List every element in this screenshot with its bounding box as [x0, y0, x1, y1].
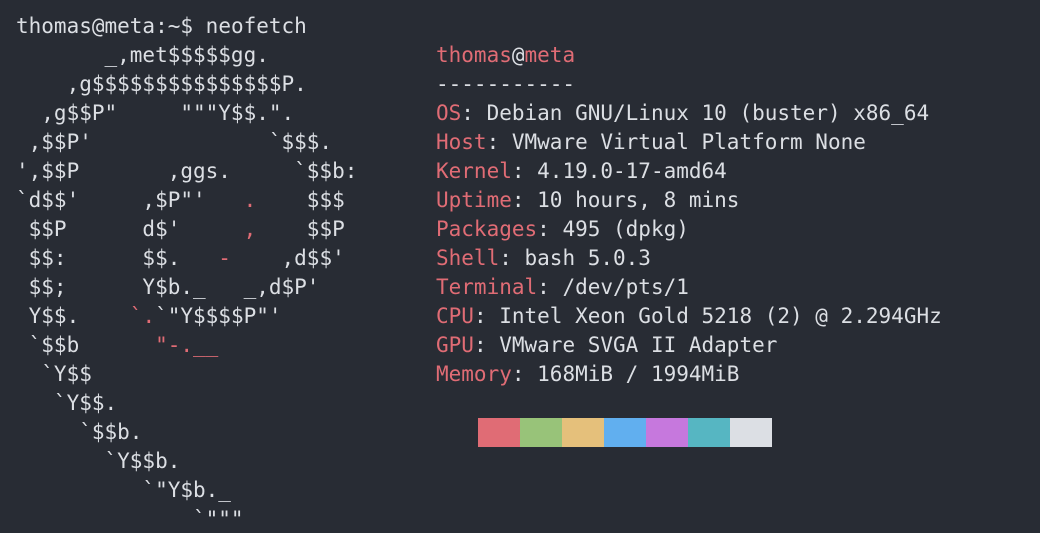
logo-line: `Y$$ — [16, 360, 357, 389]
logo-line: ,g$$P" """Y$$.". — [16, 99, 357, 128]
prompt-user-host: thomas@meta — [16, 14, 156, 38]
info-row-kernel: Kernel: 4.19.0-17-amd64 — [436, 159, 727, 183]
logo-line: `$$b. — [16, 418, 357, 447]
logo-text: `"Y$$$$P"' — [155, 304, 282, 328]
info-key: Packages — [436, 217, 538, 241]
info-key: Terminal — [436, 275, 538, 299]
logo-line: $$P d$' , $$P — [16, 215, 357, 244]
debian-ascii-logo: _,met$$$$$gg. ,g$$$$$$$$$$$$$$$P. ,g$$P"… — [16, 41, 357, 533]
logo-text: `d$$' ,$P"' — [16, 188, 244, 212]
logo-text: $$$ — [256, 188, 345, 212]
info-value: Intel Xeon Gold 5218 (2) @ 2.294GHz — [499, 304, 942, 328]
logo-accent-text: , — [243, 217, 257, 241]
prompt-path-symbol: :~$ — [155, 14, 194, 38]
info-value: Debian GNU/Linux 10 (buster) x86_64 — [486, 101, 930, 125]
info-value: 495 (dpkg) — [562, 217, 689, 241]
logo-text: ,g$$$$$$$$$$$$$$$P. — [16, 72, 307, 96]
logo-line: `d$$' ,$P"' . $$$ — [16, 186, 357, 215]
logo-text: ',$$P ,ggs. `$$b: — [16, 159, 358, 183]
logo-text: $$P — [256, 217, 345, 241]
logo-text: `$$b — [16, 333, 156, 357]
info-row-shell: Shell: bash 5.0.3 — [436, 246, 651, 270]
info-row-cpu: CPU: Intel Xeon Gold 5218 (2) @ 2.294GHz — [436, 304, 942, 328]
logo-accent-text: "-.__ — [155, 333, 219, 357]
logo-text: _,met$$$$$gg. — [16, 43, 269, 67]
info-value: /dev/pts/1 — [562, 275, 689, 299]
palette-swatch — [604, 418, 646, 447]
info-key: OS — [436, 101, 462, 125]
info-key: Kernel — [436, 159, 512, 183]
logo-accent-text: - — [218, 246, 231, 270]
command-prompt-line: thomas@meta:~$ neofetch — [16, 12, 307, 41]
palette-swatch — [520, 418, 562, 447]
info-key: Shell — [436, 246, 500, 270]
info-row-terminal: Terminal: /dev/pts/1 — [436, 275, 689, 299]
logo-text: `Y$$b. — [16, 449, 181, 473]
info-value: bash 5.0.3 — [524, 246, 651, 270]
palette-swatch — [478, 418, 520, 447]
info-key: GPU — [436, 333, 474, 357]
logo-accent-text: `. — [129, 304, 156, 328]
info-row-uptime: Uptime: 10 hours, 8 mins — [436, 188, 740, 212]
info-row-os: OS: Debian GNU/Linux 10 (buster) x86_64 — [436, 101, 930, 125]
logo-text: $$; Y$b._ _,d$P' — [16, 275, 320, 299]
info-value: 4.19.0-17-amd64 — [537, 159, 727, 183]
palette-swatch — [562, 418, 604, 447]
logo-line: $$; Y$b._ _,d$P' — [16, 273, 357, 302]
logo-text: ,g$$P" """Y$$.". — [16, 101, 295, 125]
info-value: 168MiB / 1994MiB — [537, 362, 740, 386]
info-key: Memory — [436, 362, 512, 386]
terminal-window[interactable]: thomas@meta:~$ neofetch _,met$$$$$gg. ,g… — [0, 0, 1040, 533]
logo-text: `"Y$b._ — [16, 478, 231, 502]
logo-text: `$$b. — [16, 420, 143, 444]
info-row-host: Host: VMware Virtual Platform None — [436, 130, 866, 154]
logo-line: ,g$$$$$$$$$$$$$$$P. — [16, 70, 357, 99]
logo-text: `Y$$ — [16, 362, 92, 386]
prompt-command: neofetch — [205, 14, 307, 38]
logo-text: ,d$$' — [230, 246, 345, 270]
palette-swatch — [646, 418, 688, 447]
logo-text: ,$$P' `$$$. — [16, 130, 333, 154]
info-separator: ----------- — [436, 72, 576, 96]
logo-text: `Y$$. — [16, 391, 118, 415]
logo-line: `"Y$b._ — [16, 476, 357, 505]
logo-line: `Y$$b. — [16, 447, 357, 476]
info-key: Uptime — [436, 188, 512, 212]
info-row-gpu: GPU: VMware SVGA II Adapter — [436, 333, 778, 357]
info-at: @ — [511, 43, 525, 67]
info-value: VMware SVGA II Adapter — [499, 333, 778, 357]
color-palette — [478, 418, 772, 447]
logo-text: $$P d$' — [16, 217, 244, 241]
logo-line: `$$b "-.__ — [16, 331, 357, 360]
info-row-packages: Packages: 495 (dpkg) — [436, 217, 689, 241]
logo-line: Y$$. `.`"Y$$$$P"' — [16, 302, 357, 331]
logo-line: ',$$P ,ggs. `$$b: — [16, 157, 357, 186]
system-info-panel: thomas@meta ----------- OS: Debian GNU/L… — [436, 41, 942, 389]
info-row-memory: Memory: 168MiB / 1994MiB — [436, 362, 740, 386]
info-user: thomas — [436, 43, 512, 67]
palette-swatch — [688, 418, 730, 447]
logo-line: `""" — [16, 505, 357, 533]
logo-line: ,$$P' `$$$. — [16, 128, 357, 157]
logo-text: Y$$. — [16, 304, 130, 328]
info-key: CPU — [436, 304, 474, 328]
info-title: thomas@meta — [436, 41, 942, 70]
logo-text: `""" — [16, 507, 244, 531]
info-value: VMware Virtual Platform None — [511, 130, 866, 154]
logo-text: $$: $$. — [16, 246, 219, 270]
logo-line: `Y$$. — [16, 389, 357, 418]
palette-swatch — [730, 418, 772, 447]
info-host: meta — [524, 43, 576, 67]
logo-line: $$: $$. - ,d$$' — [16, 244, 357, 273]
info-value: 10 hours, 8 mins — [537, 188, 740, 212]
logo-accent-text: . — [243, 188, 257, 212]
info-key: Host — [436, 130, 487, 154]
logo-line: _,met$$$$$gg. — [16, 41, 357, 70]
